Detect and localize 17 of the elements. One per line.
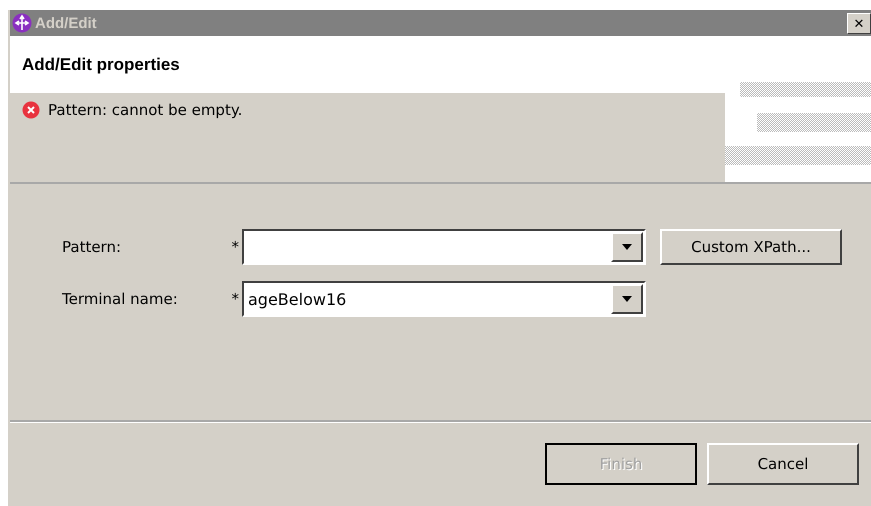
app-icon — [12, 13, 32, 33]
dropdown-button[interactable] — [611, 284, 643, 314]
field-label: Pattern: — [62, 238, 122, 256]
dropdown-button[interactable] — [611, 232, 643, 262]
combo-box[interactable] — [242, 229, 646, 265]
custom-xpath-button[interactable]: Custom XPath... — [660, 229, 842, 265]
caret-icon — [622, 244, 632, 250]
field-label: Terminal name: — [62, 290, 178, 308]
combo-box[interactable]: ageBelow16 — [242, 281, 646, 317]
required-mark: * — [232, 238, 240, 256]
required-mark: * — [232, 290, 240, 308]
error-message: Pattern: cannot be empty. — [48, 101, 242, 119]
dialog-button[interactable]: Cancel — [707, 443, 859, 485]
dialog-heading: Add/Edit properties — [22, 54, 180, 74]
close-button[interactable]: ✕ — [847, 12, 871, 34]
caret-icon — [622, 296, 632, 302]
window-title: Add/Edit — [35, 14, 97, 32]
